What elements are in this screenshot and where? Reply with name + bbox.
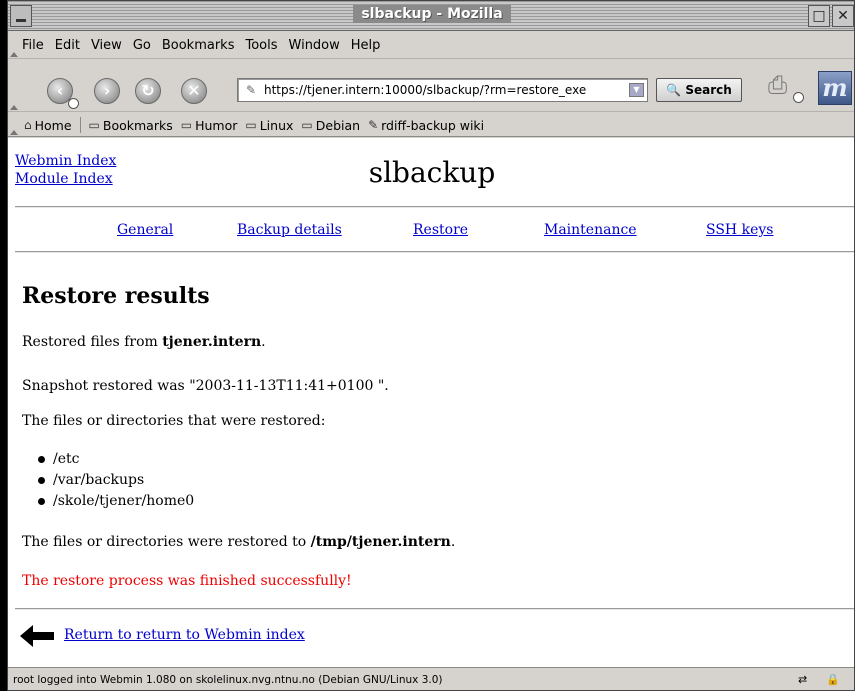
security-lock-icon[interactable]: 🔒 [826,673,840,687]
return-link[interactable]: Return to return to Webmin index [64,627,305,643]
bookmark-folder-linux[interactable]: ▭ Linux [245,118,293,133]
forward-button[interactable]: › [94,78,120,104]
tab-general[interactable]: General [117,222,173,238]
status-bar: root logged into Webmin 1.080 on skoleli… [8,667,854,690]
list-item: /etc [38,449,194,470]
divider [15,206,854,208]
restored-from-text: Restored files from tjener.intern. [22,334,266,350]
menu-help[interactable]: Help [351,38,381,53]
divider [15,251,854,253]
list-item: /skole/tjener/home0 [38,491,194,512]
forward-arrow-icon: › [103,81,111,100]
folder-icon: ▭ [301,118,313,132]
back-arrow-icon[interactable] [20,625,54,647]
status-text: root logged into Webmin 1.080 on skoleli… [13,674,443,686]
maximize-icon[interactable]: □ [808,5,830,27]
page-content: Webmin Index Module Index slbackup Gener… [8,138,854,667]
magnifier-icon: 🔍 [666,83,682,97]
print-dropdown-icon[interactable] [793,92,804,103]
menu-window[interactable]: Window [289,38,340,53]
close-icon[interactable]: ✕ [832,5,854,27]
list-item: /var/backups [38,470,194,491]
reload-button[interactable]: ↻ [135,78,161,104]
back-button[interactable]: ‹ [47,78,79,109]
browser-window: slbackup - Mozilla □ ✕ File Edit View Go… [7,0,855,691]
url-text[interactable]: https://tjener.intern:10000/slbackup/?rm… [264,83,624,97]
title-bar[interactable]: slbackup - Mozilla □ ✕ [8,1,854,31]
home-icon: ⌂ [24,118,32,132]
mozilla-logo-icon[interactable]: m [818,71,852,105]
bookmark-folder-debian[interactable]: ▭ Debian [301,118,360,133]
tab-restore[interactable]: Restore [413,222,468,238]
url-history-dropdown-icon[interactable]: ▼ [629,83,644,97]
menu-view[interactable]: View [91,38,122,53]
menu-bookmarks[interactable]: Bookmarks [162,38,235,53]
toolbar-grip-icon[interactable] [10,32,18,59]
tab-backup-details[interactable]: Backup details [237,222,342,238]
navigation-toolbar: ‹ › ↻ ✕ ✎ https://tjener.intern:10000/sl… [8,60,854,112]
toolbar-separator [79,117,81,133]
tab-ssh-keys[interactable]: SSH keys [706,222,773,238]
url-field[interactable]: ✎ https://tjener.intern:10000/slbackup/?… [237,78,648,102]
window-title: slbackup - Mozilla [353,5,511,23]
toolbar-grip-icon[interactable] [10,113,18,137]
bookmark-home[interactable]: ⌂ Home [24,118,72,133]
stop-button[interactable]: ✕ [181,78,207,104]
bullet-icon [38,498,45,505]
bookmark-folder-bookmarks[interactable]: ▭ Bookmarks [89,118,173,133]
files-intro-text: The files or directories that were resto… [22,413,326,429]
bullet-icon [38,456,45,463]
page-proxy-icon: ✎ [246,83,257,97]
page-title: slbackup [368,156,496,189]
menu-bar: File Edit View Go Bookmarks Tools Window… [8,32,854,59]
restored-to-text: The files or directories were restored t… [22,534,456,550]
snapshot-text: Snapshot restored was "2003-11-13T11:41+… [22,378,389,394]
divider [15,608,854,610]
menu-edit[interactable]: Edit [55,38,80,53]
menu-go[interactable]: Go [133,38,151,53]
tab-maintenance[interactable]: Maintenance [544,222,637,238]
search-button[interactable]: 🔍 Search [656,78,742,102]
search-button-label: Search [685,83,732,97]
toolbar-grip-icon[interactable] [10,60,18,112]
section-heading: Restore results [22,283,210,309]
bullet-icon [38,477,45,484]
print-icon: ⎙ [768,71,788,99]
stop-icon: ✕ [187,81,201,100]
link-icon: ✎ [368,118,379,132]
back-arrow-icon: ‹ [56,81,64,100]
menu-tools[interactable]: Tools [245,38,277,53]
personal-toolbar: ⌂ Home ▭ Bookmarks ▭ Humor ▭ Linux ▭ Debian ✎… [8,113,854,137]
source-host: tjener.intern [162,334,262,350]
destination-path: /tmp/tjener.intern [310,534,451,550]
folder-icon: ▭ [245,118,257,132]
reload-icon: ↻ [141,81,155,100]
back-dropdown-icon[interactable] [68,98,79,109]
print-button[interactable]: ⎙ [768,71,804,103]
menu-file[interactable]: File [22,38,44,53]
online-status-icon[interactable]: ⇄ [798,673,807,687]
folder-icon: ▭ [180,118,193,132]
bookmark-folder-humor[interactable]: ▭ Humor [181,118,238,133]
bookmark-rdiff-backup-wiki[interactable]: ✎ rdiff-backup wiki [368,118,484,133]
restored-files-list: /etc /var/backups /skole/tjener/home0 [38,449,194,512]
folder-icon: ▭ [88,118,100,132]
success-message: The restore process was finished success… [22,573,352,589]
